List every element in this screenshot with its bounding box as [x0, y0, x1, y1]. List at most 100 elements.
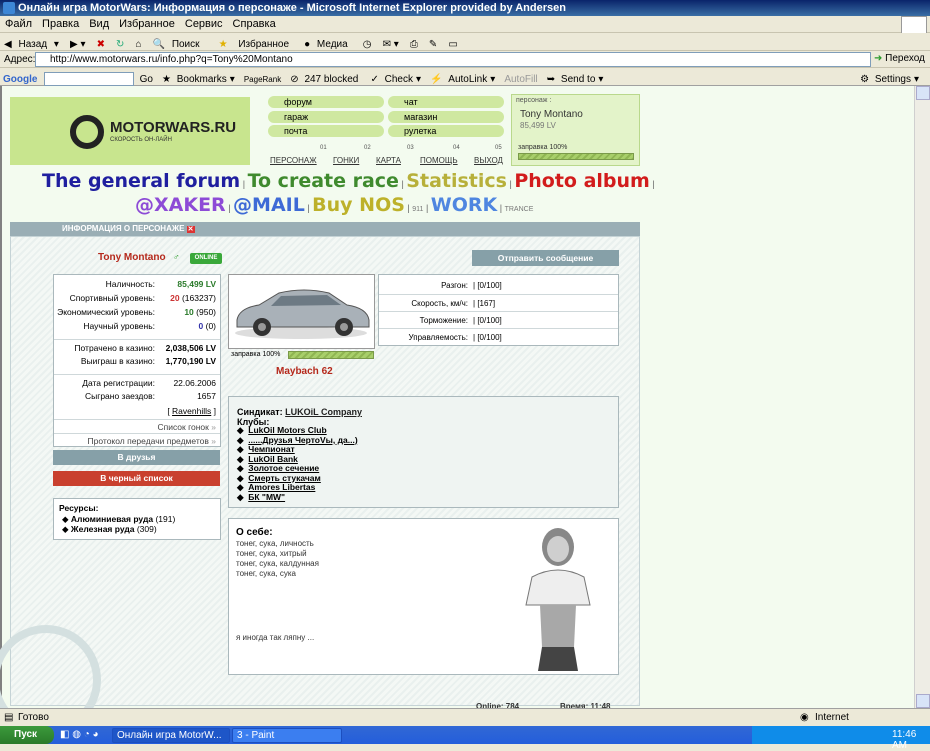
close-icon[interactable]: ✕	[186, 226, 195, 233]
nav-mail-label: почта	[284, 126, 308, 136]
club-link[interactable]: LukOil Motors Club	[248, 425, 326, 435]
race-list-link[interactable]: Список гонок »	[157, 422, 216, 432]
stop-icon[interactable]: ✖	[93, 36, 109, 50]
nav-help-link[interactable]: ПОМОЩЬ	[420, 156, 458, 165]
edit-icon[interactable]: ✎	[425, 36, 441, 50]
link-911[interactable]: 911	[412, 206, 423, 213]
nav-forum[interactable]: форум	[268, 96, 384, 108]
address-input[interactable]: http://www.motorwars.ru/info.php?q=Tony%…	[35, 52, 871, 67]
menu-edit[interactable]: Правка	[37, 16, 84, 30]
search-button[interactable]: 🔍 Поиск	[149, 33, 208, 50]
club-link[interactable]: ......Друзья ЧертоVы, да...)	[248, 435, 357, 445]
stat-label: Сыграно заездов:	[84, 391, 155, 401]
link-statistics[interactable]: Statistics	[406, 170, 507, 192]
autolink-button[interactable]: ⚡ AutoLink ▾	[427, 68, 498, 85]
site-logo[interactable]: MOTORWARS.RU СКОРОСТЬ ОН-ЛАЙН	[10, 97, 250, 165]
stat-label: Потрачено в казино:	[74, 343, 155, 353]
forward-button[interactable]: ▶ ▾	[66, 36, 90, 50]
print-icon[interactable]: ⎙	[406, 36, 422, 50]
menu-file[interactable]: Файл	[0, 16, 37, 30]
add-friend-button[interactable]: В друзья	[53, 450, 220, 465]
nav-races-link[interactable]: ГОНКИ	[333, 156, 359, 165]
menu-help[interactable]: Справка	[228, 16, 281, 30]
transfer-log-link[interactable]: Протокол передачи предметов »	[88, 436, 216, 446]
link-create-race[interactable]: To create race	[248, 170, 399, 192]
menu-favorites[interactable]: Избранное	[114, 16, 180, 30]
nav-map-link[interactable]: КАРТА	[376, 156, 401, 165]
link-xaker[interactable]: @XAKER	[135, 194, 226, 216]
nav-mail[interactable]: почта	[268, 125, 384, 137]
refresh-icon[interactable]: ↻	[112, 36, 128, 50]
club-link[interactable]: Золотое сечение	[248, 463, 319, 473]
history-icon[interactable]: ◷	[359, 36, 376, 50]
popup-blocker-button[interactable]: ⊘ 247 blocked	[287, 68, 364, 85]
link-general-forum[interactable]: The general forum	[42, 170, 240, 192]
home-icon[interactable]: ⌂	[131, 36, 145, 50]
vertical-scrollbar[interactable]	[914, 86, 930, 708]
club-link[interactable]: Смерть стукачам	[248, 473, 321, 483]
nav-chat[interactable]: чат	[388, 96, 504, 108]
link-mail[interactable]: @MAIL	[233, 194, 305, 216]
spellcheck-button[interactable]: ✓ Check ▾	[367, 68, 424, 85]
window-title: Онлайн игра MotorWars: Информация о перс…	[18, 2, 566, 14]
club-link[interactable]: Чемпионат	[248, 444, 294, 454]
car-image[interactable]	[228, 274, 375, 349]
scroll-up-arrow-icon[interactable]	[916, 86, 930, 100]
bookmarks-button[interactable]: ★ Bookmarks ▾	[159, 68, 238, 85]
nav-roulette-label: рулетка	[404, 126, 437, 136]
media-button[interactable]: ● Медиа	[300, 33, 356, 50]
stat-label: Спортивный уровень:	[69, 293, 155, 303]
club-link[interactable]: Amores Libertas	[248, 482, 315, 492]
clock[interactable]: 11:46 AM	[892, 729, 916, 751]
nav-roulette[interactable]: рулетка	[388, 125, 504, 137]
club-link[interactable]: БК "MW"	[248, 492, 285, 502]
nav-shop[interactable]: магазин	[388, 111, 504, 123]
stat-label: Наличность:	[105, 279, 155, 289]
link-trance[interactable]: TRANCE	[505, 206, 534, 213]
ie-icon	[3, 2, 15, 14]
clubs-box: Синдикат: LUKOiL Company Клубы: ◆ LukOil…	[228, 396, 619, 508]
favorites-button[interactable]: ★ Избранное	[211, 33, 297, 50]
nav-exit-link[interactable]: ВЫХОД	[474, 156, 503, 165]
car-name[interactable]: Maybach 62	[276, 366, 333, 377]
go-button[interactable]: ➜ Переход	[874, 53, 925, 64]
start-button[interactable]: Пуск	[0, 726, 54, 744]
perf-label: Скорость, км/ч:	[411, 299, 468, 308]
syndicate-link[interactable]: LUKOiL Company	[285, 407, 362, 417]
taskbar-item-paint[interactable]: 3 - Paint	[232, 728, 342, 743]
link-work[interactable]: WORK	[431, 194, 497, 216]
race-list-row: Список гонок »	[54, 419, 220, 433]
google-settings-button[interactable]: ⚙ Settings ▾	[857, 68, 922, 85]
folder-icon[interactable]: ▭	[444, 36, 461, 50]
male-gender-icon: ♂	[173, 252, 180, 262]
blacklist-button[interactable]: В черный список	[53, 471, 220, 486]
player-name[interactable]: Tony Montano	[98, 252, 166, 263]
back-button[interactable]: ◀ Назад ▾	[0, 33, 63, 50]
bookmarks-label: Bookmarks	[176, 74, 227, 85]
club-link[interactable]: LukOil Bank	[248, 454, 298, 464]
scroll-down-arrow-icon[interactable]	[916, 694, 930, 708]
transfer-log-label: Протокол передачи предметов	[87, 436, 209, 446]
logo-subtitle: СКОРОСТЬ ОН-ЛАЙН	[110, 137, 172, 143]
page-icon: ▤	[4, 712, 14, 723]
window-titlebar[interactable]: Онлайн игра MotorWars: Информация о перс…	[0, 0, 930, 16]
taskbar-item-ie[interactable]: Онлайн игра MotorW...	[112, 728, 230, 743]
stat-row-science-level: Научный уровень: 0 (0)	[54, 321, 220, 335]
link-buy-nos[interactable]: Buy NOS	[312, 194, 405, 216]
send-message-button[interactable]: Отправить сообщение	[472, 250, 619, 266]
ravenhills-link[interactable]: Ravenhills	[172, 406, 211, 416]
stat-value: 1,770,190 LV	[165, 356, 216, 366]
menu-view[interactable]: Вид	[84, 16, 114, 30]
link-photo-album[interactable]: Photo album	[514, 170, 650, 192]
google-search-input[interactable]	[43, 72, 134, 87]
sendto-button[interactable]: ➥ Send to ▾	[544, 68, 607, 85]
google-go-button[interactable]: Go	[137, 71, 156, 85]
nav-character-link[interactable]: ПЕРСОНАЖ	[270, 156, 317, 165]
quicklaunch-icons[interactable]: ◧ ◍ ◔ ◕	[60, 729, 99, 740]
nav-garage[interactable]: гараж	[268, 111, 384, 123]
autofill-button[interactable]: AutoFill	[501, 71, 540, 85]
settings-label: Settings	[874, 74, 911, 85]
zone-text: Internet	[815, 712, 849, 723]
mail-icon[interactable]: ✉ ▾	[379, 36, 403, 50]
menu-tools[interactable]: Сервис	[180, 16, 228, 30]
